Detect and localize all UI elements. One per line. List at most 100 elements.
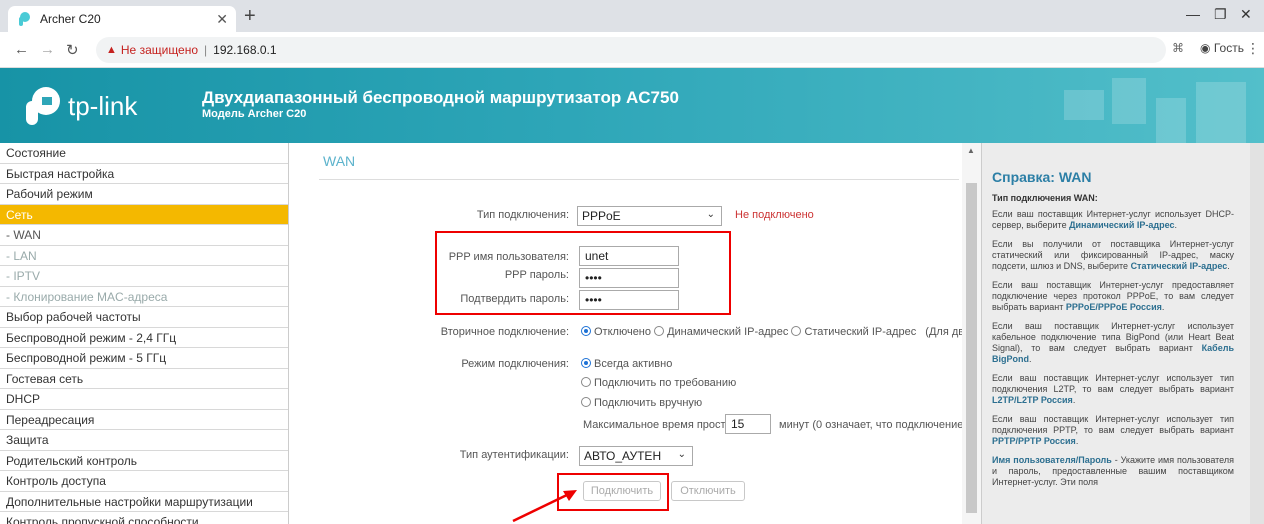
sidebar-item-security[interactable]: Защита	[0, 430, 288, 451]
help-scrollbar[interactable]	[1250, 143, 1264, 524]
logo-text: tp-link	[68, 90, 138, 121]
mode-always-option[interactable]: Всегда активно	[581, 358, 672, 370]
auth-type-label: Тип аутентификации:	[459, 449, 569, 461]
help-panel: Справка: WAN Тип подключения WAN: Если в…	[981, 143, 1264, 524]
warning-icon: ▲	[106, 44, 117, 56]
menu-icon[interactable]: ⋮	[1246, 40, 1260, 57]
browser-tab[interactable]: Archer C20 ✕	[8, 6, 236, 32]
tab-title: Archer C20	[40, 12, 101, 26]
sidebar-item-dhcp[interactable]: DHCP	[0, 389, 288, 410]
sidebar-item-network[interactable]: Сеть	[0, 204, 288, 225]
sidebar-subitem-lan[interactable]: - LAN	[0, 246, 288, 266]
sidebar-subitem-wan[interactable]: - WAN	[0, 225, 288, 246]
translate-icon[interactable]: ⌘	[1172, 41, 1184, 55]
connection-type-select[interactable]: PPPoE ⌄	[577, 206, 722, 226]
connection-type-value: PPPoE	[582, 209, 621, 223]
sidebar-item-bandwidth-control[interactable]: Контроль пропускной способности	[0, 512, 288, 524]
help-bold: Динамический IP-адрес	[1069, 220, 1175, 230]
insecure-label: Не защищено	[120, 43, 199, 57]
browser-toolbar: ← → ↻ ▲ Не защищено | 192.168.0.1 ⌘ ◉ Го…	[0, 32, 1264, 68]
guest-label: Гость	[1213, 41, 1244, 55]
secondary-dynamic-label: Динамический IP-адрес	[667, 326, 789, 338]
mode-on-demand-option[interactable]: Подключить по требованию	[581, 377, 736, 389]
header-decoration	[1156, 98, 1186, 143]
sidebar-item-access-control[interactable]: Контроль доступа	[0, 471, 288, 492]
sidebar-item-advanced-routing[interactable]: Дополнительные настройки маршрутизации	[0, 492, 288, 512]
sidebar-subitem-mac-clone[interactable]: - Клонирование MAC-адреса	[0, 287, 288, 307]
help-paragraph: Если ваш поставщик Интернет-услуг исполь…	[992, 373, 1234, 405]
auth-type-select[interactable]: АВТО_АУТЕН ⌄	[579, 446, 693, 466]
idle-time-input[interactable]: 15	[725, 414, 771, 434]
sidebar-item-status[interactable]: Состояние	[0, 143, 288, 164]
close-tab-icon[interactable]: ✕	[216, 11, 228, 28]
help-bold: Имя пользователя/Пароль	[992, 455, 1112, 465]
help-paragraph: Если ваш поставщик Интернет-услуг предос…	[992, 280, 1234, 312]
new-tab-icon[interactable]: +	[244, 6, 256, 26]
back-icon[interactable]: ←	[14, 41, 29, 58]
router-title: Двухдиапазонный беспроводной маршрутизат…	[202, 88, 679, 107]
secondary-disabled-radio[interactable]	[581, 326, 591, 336]
address-bar[interactable]: ▲ Не защищено | 192.168.0.1	[96, 37, 1166, 63]
password-label: PPP пароль:	[504, 269, 569, 281]
header-decoration	[1112, 78, 1146, 124]
help-paragraph: Если ваш поставщик Интернет-услуг исполь…	[992, 321, 1234, 364]
auth-type-value: АВТО_АУТЕН	[584, 449, 662, 463]
mode-always-radio[interactable]	[581, 358, 591, 368]
sidebar-item-dual-band[interactable]: Выбор рабочей частоты	[0, 307, 288, 328]
sidebar-item-wireless-24[interactable]: Беспроводной режим - 2,4 ГГц	[0, 328, 288, 348]
sidebar-item-guest-network[interactable]: Гостевая сеть	[0, 369, 288, 389]
username-input[interactable]: unet	[579, 246, 679, 266]
secondary-static-radio[interactable]	[791, 326, 802, 336]
sidebar-item-forwarding[interactable]: Переадресация	[0, 410, 288, 430]
header-decoration	[1196, 82, 1246, 143]
help-subtitle: Тип подключения WAN:	[992, 193, 1098, 203]
help-paragraph: Имя пользователя/Пароль - Укажите имя по…	[992, 455, 1234, 488]
reload-icon[interactable]: ↻	[66, 41, 79, 59]
maximize-icon[interactable]: ❐	[1214, 6, 1227, 23]
mode-manual-label: Подключить вручную	[594, 397, 703, 409]
mode-on-demand-radio[interactable]	[581, 377, 591, 387]
sidebar-item-wireless-5[interactable]: Беспроводной режим - 5 ГГц	[0, 348, 288, 369]
profile-icon: ◉	[1200, 41, 1211, 55]
help-text: Если ваш поставщик Интернет-услуг исполь…	[992, 321, 1234, 353]
sidebar-item-parental-control[interactable]: Родительский контроль	[0, 451, 288, 471]
secondary-static-label: Статический IP-адрес	[804, 326, 917, 338]
confirm-password-label: Подтвердить пароль:	[460, 293, 569, 305]
sidebar-subitem-iptv[interactable]: - IPTV	[0, 266, 288, 287]
connection-status: Не подключено	[735, 209, 814, 221]
secondary-connection-label: Вторичное подключение:	[440, 326, 569, 338]
tplink-logo-icon	[26, 87, 60, 125]
minimize-icon[interactable]: —	[1186, 6, 1200, 22]
help-paragraph: Если ваш поставщик Интернет-услуг исполь…	[992, 209, 1234, 230]
router-header: tp-link Двухдиапазонный беспроводной мар…	[0, 68, 1264, 143]
mode-manual-option[interactable]: Подключить вручную	[581, 397, 702, 409]
mode-manual-radio[interactable]	[581, 397, 591, 407]
connect-button[interactable]: Подключить	[583, 481, 661, 501]
forward-icon[interactable]: →	[40, 41, 55, 58]
help-content: Справка: WAN Тип подключения WAN: Если в…	[992, 169, 1234, 496]
help-title: Справка: WAN	[992, 169, 1092, 185]
guest-profile-button[interactable]: ◉ Гость	[1200, 41, 1244, 55]
browser-tab-bar: Archer C20 ✕ + — ❐ ✕	[0, 0, 1264, 32]
password-input[interactable]: ••••	[579, 268, 679, 288]
idle-time-label: Максимальное время простоя:	[583, 419, 741, 431]
secondary-dynamic-radio[interactable]	[654, 326, 665, 336]
scroll-up-icon[interactable]: ▲	[967, 146, 975, 155]
close-window-icon[interactable]: ✕	[1240, 6, 1252, 23]
chevron-down-icon: ⌄	[677, 449, 686, 460]
main-content: WAN Тип подключения: PPPoE ⌄ Не подключе…	[289, 143, 1008, 524]
address-url: 192.168.0.1	[213, 43, 277, 57]
connection-type-label: Тип подключения:	[476, 209, 569, 221]
sidebar-item-quick-setup[interactable]: Быстрая настройка	[0, 164, 288, 184]
confirm-password-input[interactable]: ••••	[579, 290, 679, 310]
red-arrow-icon	[512, 490, 577, 523]
help-paragraph: Если вы получили от поставщика Интернет-…	[992, 239, 1234, 271]
disconnect-button[interactable]: Отключить	[671, 481, 745, 501]
sidebar-item-operation-mode[interactable]: Рабочий режим	[0, 184, 288, 205]
chevron-down-icon: ⌄	[706, 209, 715, 220]
header-decoration	[1064, 90, 1104, 120]
help-bold: PPTP/PPTP Россия	[992, 436, 1076, 446]
sidebar: Состояние Быстрая настройка Рабочий режи…	[0, 143, 289, 524]
help-text: Если ваш поставщик Интернет-услуг исполь…	[992, 373, 1234, 394]
main-scrollbar-thumb[interactable]	[966, 183, 977, 513]
